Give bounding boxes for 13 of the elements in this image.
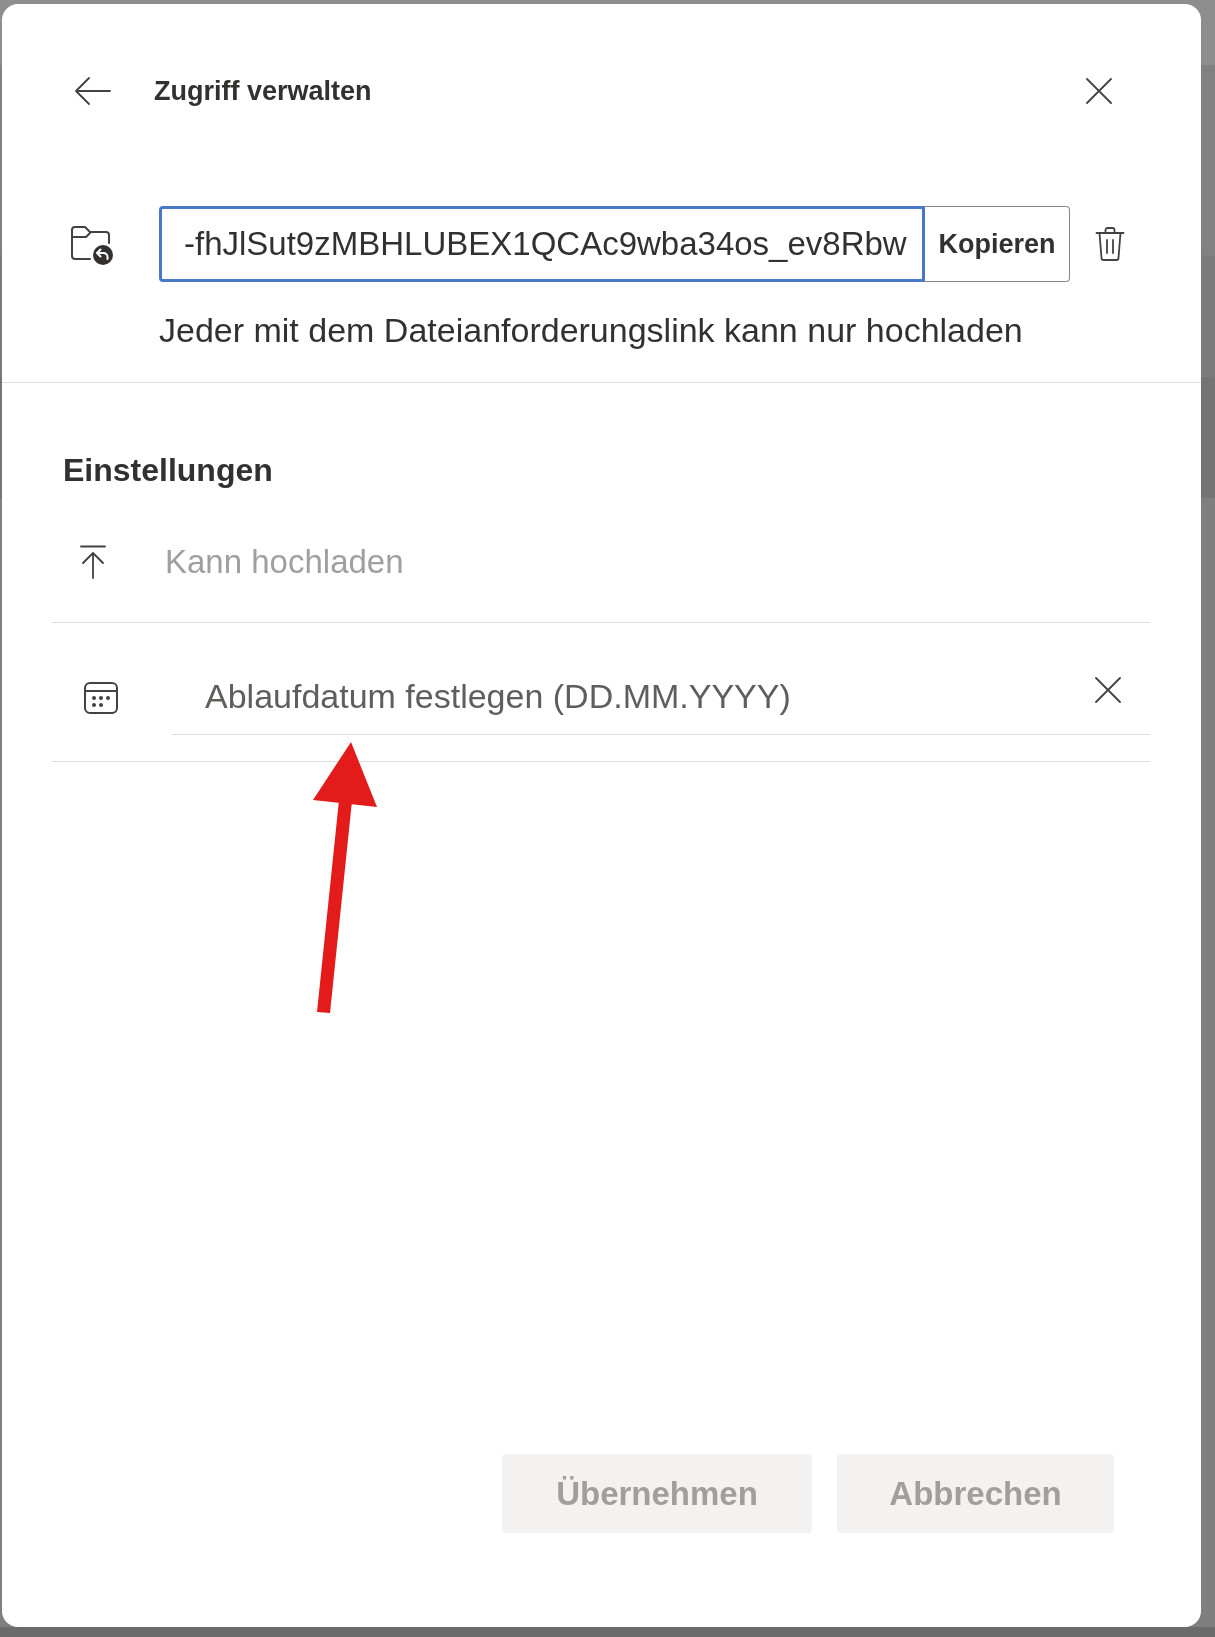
calendar-icon xyxy=(84,682,118,714)
arrow-left-icon[interactable] xyxy=(74,76,111,106)
close-icon[interactable] xyxy=(1086,78,1112,104)
link-description: Jeder mit dem Dateianforderungslink kann nur hochladen xyxy=(159,310,1023,351)
trash-icon[interactable] xyxy=(1095,227,1125,261)
copy-button[interactable]: Kopieren xyxy=(925,206,1070,282)
settings-heading: Einstellungen xyxy=(63,451,273,490)
x-icon[interactable] xyxy=(1095,676,1121,703)
dialog-title: Zugriff verwalten xyxy=(154,75,372,108)
arrow-up-to-line-icon xyxy=(80,544,106,579)
link-field[interactable]: -fhJlSut9zMBHLUBEX1QCAc9wba34os_ev8Rbw xyxy=(159,206,925,282)
permission-label: Kann hochladen xyxy=(165,541,404,582)
date-field[interactable]: Ablaufdatum festlegen (DD.MM.YYYY) xyxy=(172,659,1150,735)
